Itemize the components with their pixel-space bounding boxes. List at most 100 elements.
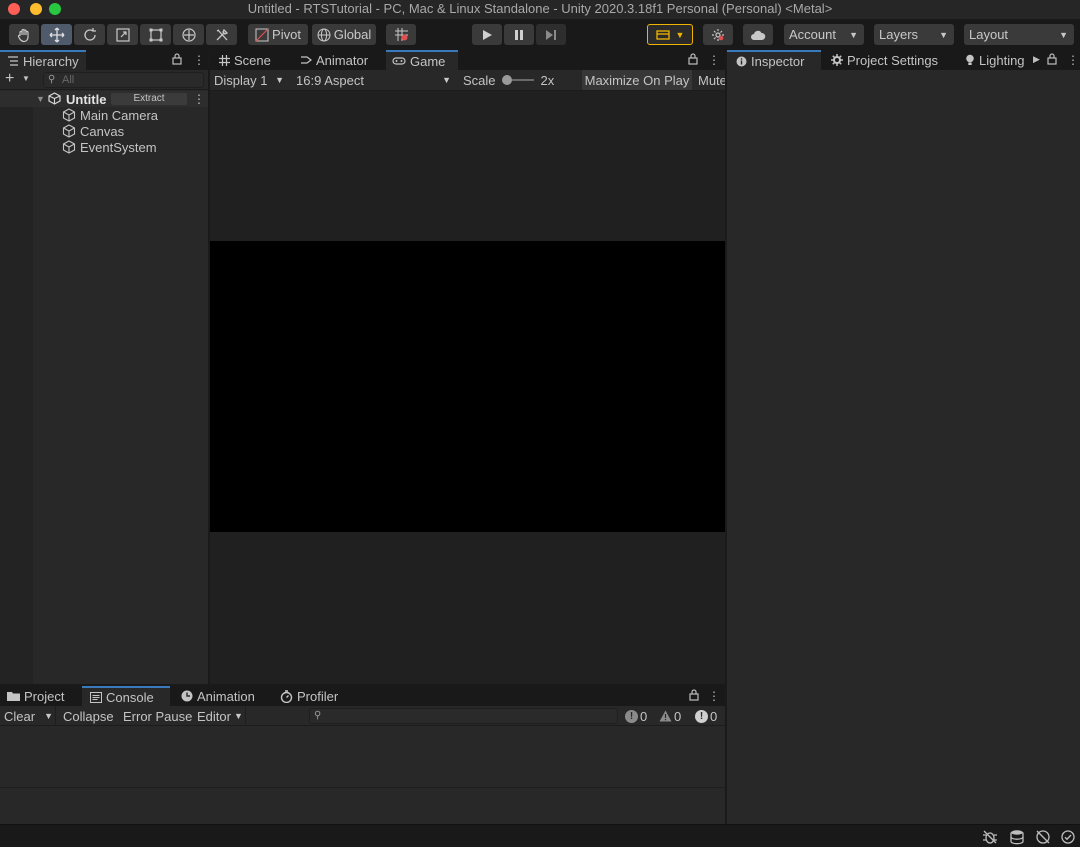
chevron-down-icon: ▼: [849, 29, 858, 40]
tab-lighting-label: Lighting: [979, 52, 1025, 68]
error-pause-toggle[interactable]: Error Pause: [119, 706, 193, 726]
tab-inspector[interactable]: Inspector: [727, 50, 821, 70]
chevron-right-icon[interactable]: ▶: [1033, 54, 1040, 65]
pause-button[interactable]: [504, 24, 534, 45]
gameobject-cube-icon: [62, 140, 76, 157]
tab-lighting[interactable]: Lighting: [959, 50, 1039, 70]
step-icon: [546, 29, 556, 40]
chevron-down-icon: ▼: [675, 29, 685, 40]
tab-animation[interactable]: Animation: [172, 686, 270, 706]
expand-arrow-icon[interactable]: ▼: [36, 94, 45, 104]
debug-mode-icon[interactable]: [982, 829, 998, 847]
tab-project[interactable]: Project: [0, 686, 80, 706]
tab-scene[interactable]: Scene: [210, 50, 288, 70]
title-bar: Untitled - RTSTutorial - PC, Mac & Linux…: [0, 0, 1080, 19]
scene-row[interactable]: ▼ Untitle Extract ⋮: [0, 91, 208, 107]
hand-tool-button[interactable]: [9, 24, 39, 45]
error-pause-label: Error Pause: [123, 708, 193, 724]
auto-generate-lighting-icon[interactable]: [1035, 829, 1051, 847]
play-button[interactable]: [472, 24, 502, 45]
collapse-toggle[interactable]: Collapse: [59, 706, 117, 726]
scale-slider[interactable]: Scale 2x: [458, 70, 578, 90]
grid-snap-button[interactable]: [386, 24, 416, 45]
kebab-menu-icon[interactable]: ⋮: [1067, 53, 1079, 67]
list-item-label: EventSystem: [80, 139, 157, 155]
log-filter-toggle[interactable]: ! 0: [622, 706, 654, 726]
tab-profiler[interactable]: Profiler: [272, 686, 352, 706]
tab-game[interactable]: Game: [386, 50, 458, 70]
custom-tool-button[interactable]: [206, 24, 237, 45]
add-icon[interactable]: +: [5, 70, 14, 88]
tab-console[interactable]: Console: [82, 686, 170, 706]
game-viewport[interactable]: [210, 241, 725, 532]
warning-filter-toggle[interactable]: 0: [656, 706, 688, 726]
kebab-menu-icon[interactable]: ⋮: [193, 53, 205, 67]
cache-server-icon[interactable]: [1009, 829, 1025, 847]
chevron-down-icon: ▼: [1059, 29, 1068, 40]
collab-dropdown[interactable]: ▼: [647, 24, 693, 45]
log-count: 0: [640, 708, 648, 724]
pivot-toggle-button[interactable]: Pivot: [248, 24, 308, 45]
maximize-label: Maximize On Play: [584, 72, 690, 88]
services-icon: [712, 28, 724, 41]
list-item[interactable]: EventSystem: [0, 139, 208, 155]
kebab-menu-icon[interactable]: ⋮: [193, 92, 205, 106]
maximize-on-play-toggle[interactable]: Maximize On Play: [582, 70, 692, 90]
rotate-tool-button[interactable]: [74, 24, 105, 45]
move-tool-button[interactable]: [41, 24, 72, 45]
tab-project-settings-label: Project Settings: [847, 52, 939, 68]
grid-snap-icon: [394, 28, 408, 41]
layout-dropdown[interactable]: Layout ▼: [964, 24, 1074, 45]
layout-label: Layout: [969, 27, 1009, 42]
chevron-down-icon[interactable]: ▼: [44, 711, 53, 721]
list-item[interactable]: Main Camera: [0, 107, 208, 123]
rect-tool-icon: [149, 28, 162, 41]
mute-label: Mute: [698, 72, 725, 88]
collapse-label: Collapse: [63, 708, 114, 724]
kebab-menu-icon[interactable]: ⋮: [708, 53, 720, 67]
checkmark-circle-icon[interactable]: [1060, 829, 1076, 847]
cloud-button[interactable]: [743, 24, 773, 45]
folder-icon: [7, 691, 20, 701]
search-icon: ⚲: [48, 74, 56, 85]
account-label: Account: [789, 27, 836, 42]
editor-dropdown[interactable]: Editor ▼: [194, 706, 246, 726]
extract-button[interactable]: Extract: [111, 93, 187, 105]
rect-tool-button[interactable]: [140, 24, 171, 45]
kebab-menu-icon[interactable]: ⋮: [708, 689, 720, 703]
scale-tool-button[interactable]: [107, 24, 138, 45]
services-button[interactable]: [703, 24, 733, 45]
lock-icon[interactable]: [689, 689, 699, 704]
scale-slider-thumb[interactable]: [501, 75, 512, 85]
tab-animator[interactable]: Animator: [290, 50, 384, 70]
pivot-icon: [255, 28, 269, 41]
lock-icon[interactable]: [172, 53, 182, 68]
lock-icon[interactable]: [1047, 53, 1057, 68]
status-bar: [0, 824, 1080, 847]
step-button[interactable]: [536, 24, 566, 45]
transform-tool-button[interactable]: [173, 24, 204, 45]
search-icon: ⚲: [314, 710, 322, 721]
tab-project-settings[interactable]: Project Settings: [823, 50, 951, 70]
aspect-dropdown[interactable]: 16:9 Aspect ▼: [292, 70, 455, 90]
console-panel: Clear ▼ Collapse Error Pause Editor ▼ ⚲ …: [0, 706, 725, 824]
lock-icon[interactable]: [688, 53, 698, 68]
hierarchy-search-input[interactable]: ⚲ All: [43, 72, 204, 88]
mute-audio-toggle[interactable]: Mute: [694, 70, 725, 90]
account-dropdown[interactable]: Account ▼: [784, 24, 864, 45]
stopwatch-icon: [280, 689, 293, 703]
scale-slider-track[interactable]: [501, 75, 534, 85]
unity-scene-icon: [48, 92, 61, 108]
tab-hierarchy[interactable]: Hierarchy: [0, 50, 86, 70]
console-search-input[interactable]: ⚲: [309, 708, 618, 724]
chevron-down-icon: ▼: [275, 75, 284, 85]
global-toggle-button[interactable]: Global: [312, 24, 376, 45]
list-item[interactable]: Canvas: [0, 123, 208, 139]
tab-console-label: Console: [106, 689, 154, 705]
console-split-divider[interactable]: [0, 787, 725, 788]
clear-button[interactable]: Clear ▼: [0, 706, 56, 726]
layers-dropdown[interactable]: Layers ▼: [874, 24, 954, 45]
chevron-down-icon[interactable]: ▼: [22, 74, 30, 83]
display-dropdown[interactable]: Display 1 ▼: [210, 70, 290, 90]
error-filter-toggle[interactable]: ! 0: [692, 706, 725, 726]
